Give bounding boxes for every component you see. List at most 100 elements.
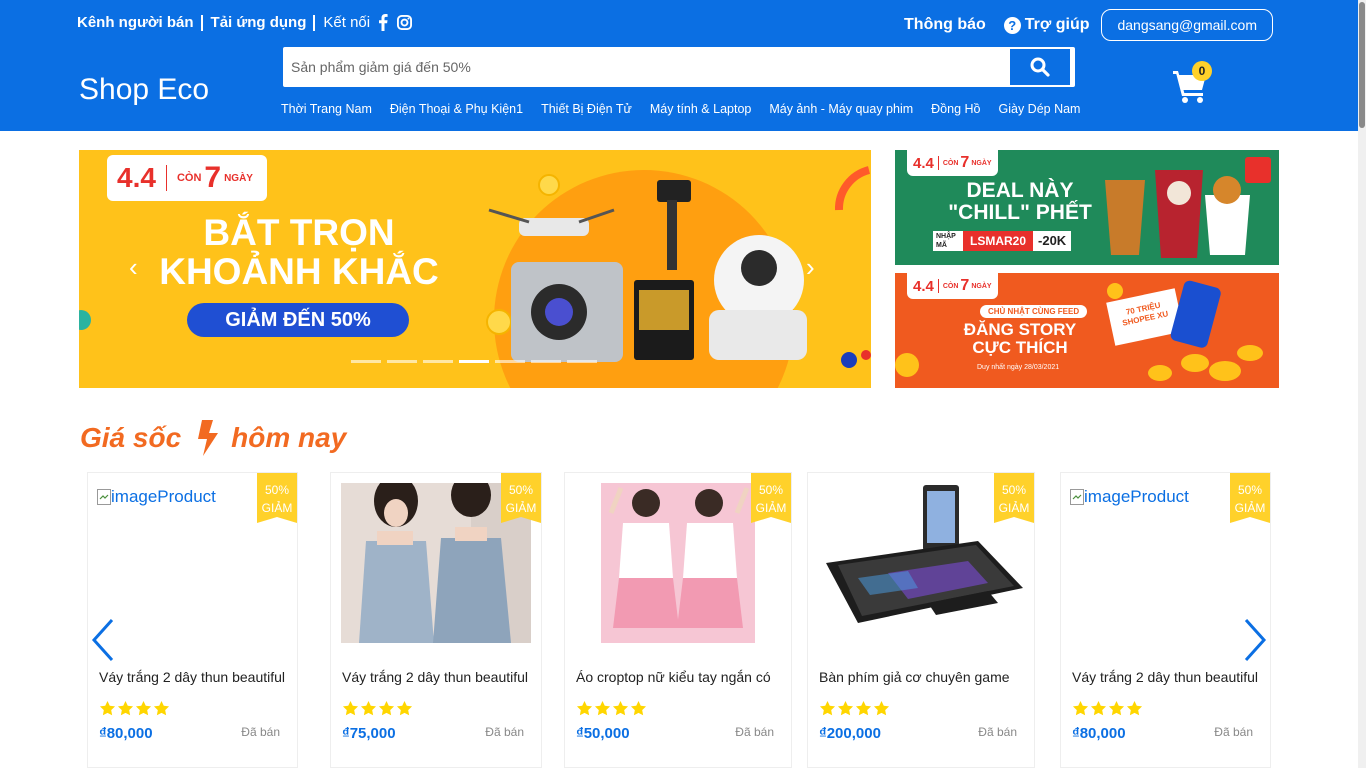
account-button[interactable]: dangsang@gmail.com [1101, 9, 1273, 41]
broken-image: imageProduct [1070, 487, 1189, 507]
help-link[interactable]: ? Trợ giúp [1003, 16, 1089, 34]
sold-label: Đã bán [978, 725, 1017, 739]
banner-headline-line: DEAL NÀY [966, 179, 1074, 202]
carousel-dot[interactable] [567, 360, 597, 363]
star-icon [99, 700, 116, 716]
carousel-dot[interactable] [495, 360, 525, 363]
rating-stars [342, 700, 413, 717]
search-input[interactable] [283, 47, 1010, 87]
product-card[interactable]: 50% GIẢM Bàn phím giả cơ chuyên game ₫20… [807, 472, 1035, 768]
discount-percent: 50% [1237, 483, 1263, 497]
sold-label: Đã bán [735, 725, 774, 739]
category-link[interactable]: Giày Dép Nam [999, 102, 1081, 116]
sale-date-badge: 4.4 CÒN 7 NGÀY [107, 155, 267, 201]
side-banner-story[interactable]: 4.4 CÒN 7 NGÀY CHỦ NHẬT CÙNG FEED ĐĂNG S… [895, 273, 1279, 388]
star-icon [360, 700, 377, 716]
category-link[interactable]: Máy tính & Laptop [650, 102, 751, 116]
product-name[interactable]: Váy trắng 2 dây thun beautiful [342, 669, 542, 685]
sale-date: 4.4 [117, 162, 156, 193]
discount-label: GIẢM [261, 501, 293, 515]
sold-label: Đã bán [485, 725, 524, 739]
chevron-left-icon[interactable] [90, 618, 116, 662]
carousel-prev-button[interactable]: ‹ [129, 252, 138, 283]
connect-label: Kết nối [323, 14, 371, 31]
product-card[interactable]: imageProduct 50% GIẢM Váy trắng 2 dây th… [87, 472, 298, 768]
rating-stars [576, 700, 647, 717]
notifications-link[interactable]: Thông báo [904, 16, 986, 34]
promo-code-box: NHẬP MÃ LSMAR20 -20K [933, 231, 1072, 251]
image-alt-text: imageProduct [111, 487, 216, 506]
product-card[interactable]: 50% GIẢM Váy trắng 2 dây thun beautiful … [330, 472, 542, 768]
sale-date: 4.4 [913, 154, 934, 172]
seller-channel-link[interactable]: Kênh người bán [77, 14, 194, 31]
product-name[interactable]: Váy trắng 2 dây thun beautiful [99, 669, 299, 685]
carousel-dot[interactable] [459, 360, 489, 363]
instagram-icon[interactable] [397, 15, 413, 30]
product-card[interactable]: 50% GIẢM Áo croptop nữ kiểu tay ngắn có … [564, 472, 792, 768]
star-icon [837, 700, 854, 716]
divider [313, 14, 316, 31]
sold-label: Đã bán [1214, 725, 1253, 739]
cart-count-badge: 0 [1192, 61, 1212, 81]
facebook-icon[interactable] [378, 14, 388, 31]
product-card[interactable]: imageProduct 50% GIẢM Váy trắng 2 dây th… [1060, 472, 1271, 768]
product-image[interactable] [601, 483, 755, 643]
page: Kênh người bán Tải ứng dụng Kết nối Thôn… [0, 0, 1366, 768]
main-banner-carousel[interactable]: 4.4 CÒN 7 NGÀY BẮT TRỌN KHOẢNH KHẮC GIẢM… [79, 150, 871, 388]
category-link[interactable]: Máy ảnh - Máy quay phim [769, 102, 913, 116]
banner-headline: DEAL NÀY "CHILL" PHẾT [935, 179, 1105, 225]
side-banner-deal[interactable]: 4.4 CÒN 7 NGÀY DEAL NÀY "CHILL" PHẾT NHẬ… [895, 150, 1279, 265]
discount-percent: 50% [1001, 483, 1027, 497]
scrollbar-thumb[interactable] [1359, 2, 1365, 128]
download-app-link[interactable]: Tải ứng dụng [211, 14, 307, 31]
star-icon [117, 700, 134, 716]
carousel-dot[interactable] [387, 360, 417, 363]
banner-headline-line: "CHILL" PHẾT [948, 201, 1092, 225]
rating-stars [819, 700, 890, 717]
star-icon [1090, 700, 1107, 716]
product-price: ₫200,000 [819, 725, 881, 742]
chevron-right-icon[interactable] [1242, 618, 1268, 662]
carousel-next-button[interactable]: › [806, 252, 815, 283]
star-icon [612, 700, 629, 716]
logo[interactable]: Shop Eco [79, 73, 209, 107]
search-button[interactable] [1010, 49, 1070, 85]
broken-image-icon [1070, 489, 1084, 505]
star-icon [396, 700, 413, 716]
category-link[interactable]: Thiết Bị Điện Tử [541, 102, 632, 116]
discount-label: GIẢM [755, 501, 787, 515]
product-name[interactable]: Váy trắng 2 dây thun beautiful [1072, 669, 1272, 685]
discount-tag: 50% GIẢM [751, 473, 791, 523]
carousel-indicators [351, 360, 597, 363]
promo-discount: -20K [1033, 231, 1072, 251]
topbar-right: Thông báo ? Trợ giúp dangsang@gmail.com [904, 9, 1273, 41]
lightning-icon [198, 420, 219, 456]
category-link[interactable]: Thời Trang Nam [281, 102, 372, 116]
product-price: ₫50,000 [576, 725, 630, 742]
search-bar [283, 47, 1075, 87]
product-image[interactable] [818, 483, 1024, 643]
discount-tag: 50% GIẢM [257, 473, 297, 523]
sold-label: Đã bán [241, 725, 280, 739]
page-scrollbar[interactable] [1358, 0, 1366, 768]
category-link[interactable]: Điện Thoại & Phụ Kiện1 [390, 102, 523, 116]
flash-sale-title-part: Giá sốc [80, 422, 182, 453]
star-icon [819, 700, 836, 716]
product-name[interactable]: Áo croptop nữ kiểu tay ngắn có [576, 669, 776, 685]
carousel-dot[interactable] [531, 360, 561, 363]
image-alt-text: imageProduct [1084, 487, 1189, 506]
search-icon [1030, 57, 1050, 77]
promo-code-label: NHẬP MÃ [933, 231, 963, 251]
header: Kênh người bán Tải ứng dụng Kết nối Thôn… [0, 0, 1358, 131]
question-icon: ? [1003, 16, 1021, 34]
star-icon [153, 700, 170, 716]
countdown-unit: NGÀY [971, 159, 992, 167]
banner-headline-line: KHOẢNH KHẮC [159, 250, 439, 292]
carousel-dot[interactable] [351, 360, 381, 363]
product-price: ₫80,000 [1072, 725, 1126, 742]
category-link[interactable]: Đồng Hồ [931, 102, 980, 116]
carousel-dot[interactable] [423, 360, 453, 363]
countdown-label: CÒN [942, 159, 959, 167]
countdown-unit: NGÀY [224, 172, 253, 184]
product-name[interactable]: Bàn phím giả cơ chuyên game [819, 669, 1019, 685]
